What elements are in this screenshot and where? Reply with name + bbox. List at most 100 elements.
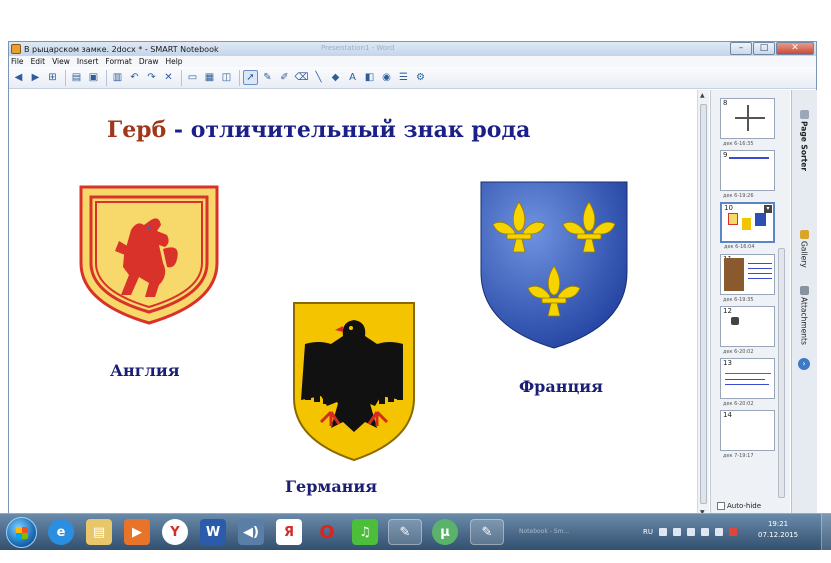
- network-icon[interactable]: [673, 528, 681, 536]
- creative-pen-icon[interactable]: ✐: [277, 70, 292, 85]
- tray-arrow-icon[interactable]: [659, 528, 667, 536]
- page-thumbnail[interactable]: 9 дек 6-19:26: [720, 150, 775, 199]
- menu-draw[interactable]: Draw: [139, 56, 159, 67]
- save-icon[interactable]: ▣: [86, 70, 101, 85]
- title-bar[interactable]: В рыцарском замке. 2docx * - SMART Noteb…: [9, 42, 816, 56]
- antivirus-icon[interactable]: [729, 528, 737, 536]
- page-thumbnail[interactable]: 12 дек 6-20:02: [720, 306, 775, 355]
- page-menu-icon[interactable]: ▾: [764, 205, 772, 213]
- maximize-button[interactable]: □: [753, 42, 775, 55]
- smart-tools-icon[interactable]: ✎: [470, 519, 504, 545]
- page-thumbnail[interactable]: 11 дек 6-19:35: [720, 254, 775, 303]
- clock[interactable]: 19:21 07.12.2015: [758, 519, 798, 541]
- text-icon[interactable]: A: [345, 70, 360, 85]
- word-icon[interactable]: W: [200, 519, 226, 545]
- auto-hide-label: Auto-hide: [727, 502, 762, 510]
- paste-icon[interactable]: ▥: [110, 70, 125, 85]
- properties-icon[interactable]: ◉: [379, 70, 394, 85]
- close-button[interactable]: ✕: [776, 42, 814, 55]
- show-desktop-button[interactable]: [821, 514, 831, 551]
- speaker-icon[interactable]: ◀): [238, 519, 264, 545]
- screen: В рыцарском замке. 2docx * - SMART Noteb…: [0, 0, 831, 563]
- add-page-icon[interactable]: ⊞: [45, 70, 60, 85]
- scroll-up-icon[interactable]: ▲: [700, 92, 705, 99]
- side-tabs: Page Sorter Gallery Attachments ›: [791, 90, 817, 518]
- page-thumbnail[interactable]: 13 дек 6-20:02: [720, 358, 775, 407]
- media-player-icon[interactable]: ▶: [124, 519, 150, 545]
- page-thumbnail-active[interactable]: 10 ▾ дек 6-16:04: [720, 202, 775, 250]
- clock-date: 07.12.2015: [758, 531, 799, 539]
- sorter-scroll-thumb[interactable]: [778, 248, 785, 498]
- menu-bar: File Edit View Insert Format Draw Help: [9, 56, 816, 67]
- minimize-button[interactable]: –: [730, 42, 752, 55]
- menu-insert[interactable]: Insert: [77, 56, 99, 67]
- page-timestamp: дек 6-19:35: [723, 297, 754, 303]
- language-indicator[interactable]: RU: [643, 528, 653, 536]
- shape-icon[interactable]: ◆: [328, 70, 343, 85]
- page-timestamp: дек 6-20:02: [723, 349, 754, 355]
- sorter-scrollbar[interactable]: [777, 90, 786, 515]
- yandex-icon[interactable]: Я: [276, 519, 302, 545]
- internet-explorer-icon[interactable]: e: [48, 519, 74, 545]
- menu-view[interactable]: View: [52, 56, 70, 67]
- menu-help[interactable]: Help: [165, 56, 182, 67]
- slide-title-rest: - отличительный знак рода: [166, 117, 531, 143]
- page-timestamp: дек 6-19:26: [723, 193, 754, 199]
- tab-attachments[interactable]: Attachments: [795, 286, 813, 345]
- slide-canvas[interactable]: Герб - отличительный знак рода Англия Ге…: [9, 90, 697, 518]
- properties-circle-icon[interactable]: ›: [798, 358, 810, 370]
- caption-england: Англия: [110, 361, 180, 380]
- delete-icon[interactable]: ✕: [161, 70, 176, 85]
- opera-icon[interactable]: O: [314, 519, 340, 545]
- tab-attachments-label: Attachments: [799, 297, 809, 345]
- paperclip-icon: [799, 286, 809, 295]
- open-folder-icon[interactable]: ▤: [69, 70, 84, 85]
- auto-hide-checkbox[interactable]: [717, 502, 725, 510]
- system-tray: RU: [643, 522, 737, 542]
- canvas-scroll-thumb[interactable]: [700, 104, 707, 504]
- toolbar-options-icon[interactable]: ⚙: [413, 70, 428, 85]
- eraser-icon[interactable]: ⌫: [294, 70, 309, 85]
- previous-page-icon[interactable]: ◀: [11, 70, 26, 85]
- tab-gallery[interactable]: Gallery: [795, 230, 813, 268]
- toolbar-separator: [106, 69, 107, 86]
- germany-coat-of-arms[interactable]: [291, 300, 417, 462]
- menu-file[interactable]: File: [11, 56, 24, 67]
- action-center-icon[interactable]: [687, 528, 695, 536]
- page-number: 12: [723, 307, 732, 315]
- window-title: В рыцарском замке. 2docx * - SMART Noteb…: [24, 44, 219, 54]
- utorrent-icon[interactable]: µ: [432, 519, 458, 545]
- smart-notebook-taskbar-icon[interactable]: ✎: [388, 519, 422, 545]
- page-number: 14: [723, 411, 732, 419]
- canvas-scrollbar[interactable]: ▲ ▼: [697, 90, 709, 518]
- table-icon[interactable]: ☰: [396, 70, 411, 85]
- menu-edit[interactable]: Edit: [31, 56, 46, 67]
- page-thumbnail[interactable]: 8 дек 6-16:35: [720, 98, 775, 147]
- battery-icon[interactable]: [701, 528, 709, 536]
- select-arrow-icon[interactable]: ➚: [243, 70, 258, 85]
- volume-icon[interactable]: [715, 528, 723, 536]
- tab-page-sorter[interactable]: Page Sorter: [795, 110, 813, 171]
- fill-icon[interactable]: ◧: [362, 70, 377, 85]
- background-window-title: Presentation1 - Word: [321, 44, 395, 52]
- line-icon[interactable]: ╲: [311, 70, 326, 85]
- menu-format[interactable]: Format: [105, 56, 131, 67]
- screen-shade-icon[interactable]: ▭: [185, 70, 200, 85]
- england-coat-of-arms[interactable]: [79, 185, 219, 325]
- music-app-icon[interactable]: ♫: [352, 519, 378, 545]
- yandex-browser-icon[interactable]: Y: [162, 519, 188, 545]
- pen-icon[interactable]: ✎: [260, 70, 275, 85]
- redo-icon[interactable]: ↷: [144, 70, 159, 85]
- tab-gallery-label: Gallery: [799, 241, 809, 268]
- capture-icon[interactable]: ◫: [219, 70, 234, 85]
- page-thumbnail[interactable]: 14 дек 7-19:17: [720, 410, 775, 459]
- full-screen-icon[interactable]: ▦: [202, 70, 217, 85]
- next-page-icon[interactable]: ▶: [28, 70, 43, 85]
- france-coat-of-arms[interactable]: [479, 180, 629, 350]
- page-timestamp: дек 6-16:04: [724, 244, 755, 250]
- undo-icon[interactable]: ↶: [127, 70, 142, 85]
- start-button[interactable]: [6, 517, 37, 548]
- auto-hide-option[interactable]: Auto-hide: [717, 502, 761, 510]
- file-explorer-icon[interactable]: ▤: [86, 519, 112, 545]
- taskbar: e ▤ ▶ Y W ◀) Я O ♫ ✎ µ ✎ Notebook - Sm..…: [0, 513, 831, 551]
